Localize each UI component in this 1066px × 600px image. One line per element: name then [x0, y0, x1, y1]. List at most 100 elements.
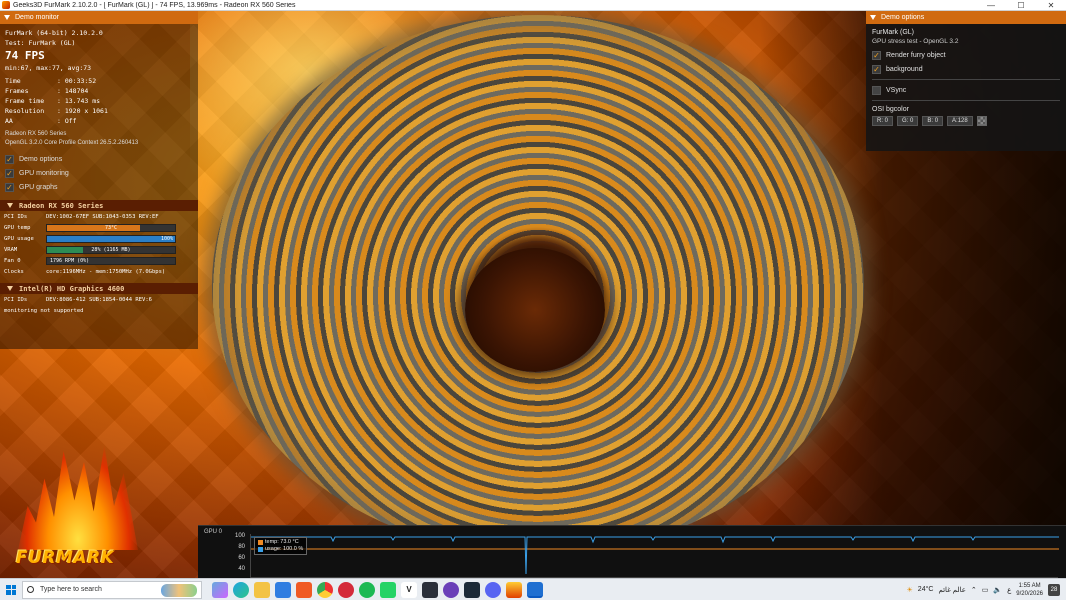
background-checkbox[interactable]: ✓ background: [866, 62, 1066, 76]
furmark-app-icon: [2, 1, 10, 9]
stat-aa: AA: Off: [5, 117, 77, 125]
fps-readout: 74 FPS: [5, 49, 45, 62]
checkmark-icon: ✓: [5, 154, 14, 164]
brave-icon[interactable]: [296, 581, 312, 598]
search-highlight-icon: [161, 583, 197, 597]
bgcolor-controls: R: 0 G: 0 B: 0 A:128: [866, 113, 1066, 126]
gpu-usage-bar: 100%: [46, 234, 176, 243]
furmark-icon[interactable]: [506, 581, 522, 598]
window-titlebar: Geeks3D FurMark 2.10.2.0 - [ FurMark (GL…: [0, 0, 1066, 11]
gpu1-clocks-row: Clocks core:1196MHz - mem:1750MHz (7.0Gbp…: [4, 268, 166, 275]
weather-temp[interactable]: 24°C: [918, 586, 934, 593]
app-dark-icon[interactable]: [422, 581, 438, 598]
minimize-button[interactable]: —: [976, 0, 1006, 11]
options-title: FurMark (GL): [872, 29, 914, 36]
collapse-triangle-icon: [870, 15, 876, 20]
stat-frame-time: Frame time: 13.743 ms: [5, 97, 101, 105]
edge-icon[interactable]: [233, 581, 249, 598]
gpu2-pci-row: PCI IDs DEV:8086-412 SUB:1854-0044 REV:6: [4, 296, 152, 303]
bgcolor-b-field[interactable]: B: 0: [922, 116, 944, 126]
gpu-temp-bar: 73°C: [46, 223, 176, 232]
stat-resolution: Resolution: 1920 x 1061: [5, 107, 108, 115]
graph-lines: [251, 536, 1059, 575]
collapse-triangle-icon: [7, 286, 13, 291]
taskbar-apps: V: [212, 581, 543, 598]
flames-icon: [18, 445, 138, 550]
y-tick: 40: [238, 566, 245, 572]
windows-logo-icon: [6, 584, 16, 595]
bgcolor-g-field[interactable]: G: 0: [897, 116, 919, 126]
close-button[interactable]: ✕: [1036, 0, 1066, 11]
weather-text[interactable]: عالم غائم: [938, 586, 965, 594]
maximize-button[interactable]: ☐: [1006, 0, 1036, 11]
color-swatch-icon[interactable]: [976, 116, 987, 126]
taskbar: Type here to search V ☀ 24°C عالم غائم ⌃…: [0, 578, 1066, 600]
fan-bar: 1796 RPM (0%): [46, 256, 176, 265]
graph-legend: temp: 73.0 °C usage: 100.0 %: [254, 537, 308, 555]
app-purple-icon[interactable]: [443, 581, 459, 598]
app-version: FurMark (64-bit) 2.10.2.0: [5, 29, 103, 37]
fps-stats: min:67, max:77, avg:73: [5, 64, 92, 72]
file-explorer-icon[interactable]: [254, 581, 270, 598]
collapse-triangle-icon: [4, 15, 10, 20]
demo-monitor-header[interactable]: Demo monitor: [0, 11, 198, 24]
gpu1-usage-row: GPU usage 100%: [0, 233, 198, 244]
demo-options-header[interactable]: Demo options: [866, 11, 1066, 24]
discord-icon[interactable]: [485, 581, 501, 598]
unchecked-box-icon: [872, 85, 881, 95]
checkmark-icon: ✓: [872, 64, 881, 74]
vsync-checkbox[interactable]: VSync: [866, 83, 1066, 97]
gpu-monitoring-checkbox[interactable]: ✓ GPU monitoring: [0, 166, 198, 180]
search-box[interactable]: Type here to search: [22, 580, 202, 599]
donut-hole: [465, 248, 605, 372]
legend-swatch: [258, 547, 263, 552]
gpu1-fan-row: Fan 0 1796 RPM (0%): [0, 255, 198, 266]
volume-icon[interactable]: 🔈: [993, 586, 1002, 594]
language-indicator[interactable]: ع: [1007, 586, 1011, 594]
furmark-logo: FURMARK: [0, 430, 150, 578]
legend-temp: temp: 73.0 °C: [258, 539, 303, 546]
copilot-icon[interactable]: [212, 581, 228, 598]
y-tick: 60: [238, 555, 245, 561]
bgcolor-label: OSI bgcolor: [872, 106, 909, 113]
y-tick: 100: [235, 533, 246, 539]
demo-options-panel: Demo options FurMark (GL) GPU stress tes…: [866, 11, 1066, 151]
usage-line: [251, 536, 1059, 575]
logo-wordmark: FURMARK: [16, 548, 115, 568]
render-furry-object-checkbox[interactable]: ✓ Render furry object: [866, 48, 1066, 62]
store-icon[interactable]: [275, 581, 291, 598]
app-terminal-icon[interactable]: [464, 581, 480, 598]
window-title: Geeks3D FurMark 2.10.2.0 - [ FurMark (GL…: [13, 1, 296, 9]
demo-monitor-panel: Demo monitor FurMark (64-bit) 2.10.2.0 T…: [0, 11, 198, 349]
tray-chevron-icon[interactable]: ⌃: [971, 586, 977, 594]
checkmark-icon: ✓: [5, 168, 14, 178]
checkmark-icon: ✓: [872, 50, 881, 60]
notification-center-button[interactable]: 28: [1048, 583, 1060, 596]
weather-icon: ☀: [906, 586, 913, 594]
gpu-graphs-checkbox[interactable]: ✓ GPU graphs: [0, 180, 198, 194]
stat-time: Time: 00:33:52: [5, 77, 97, 85]
vk-icon[interactable]: V: [401, 581, 417, 598]
demo-options-checkbox[interactable]: ✓ Demo options: [0, 152, 198, 166]
clock[interactable]: 1:55 AM 9/20/2026: [1016, 582, 1043, 598]
app-red-icon[interactable]: [338, 581, 354, 598]
graph-plot-area: [250, 534, 1059, 578]
vram-bar: 28% (1165 MB): [46, 245, 176, 254]
gpu-name: Radeon RX 560 Series: [5, 131, 67, 137]
bgcolor-r-field[interactable]: R: 0: [872, 116, 894, 126]
system-tray: ☀ 24°C عالم غائم ⌃ ▭ 🔈 ع 1:55 AM 9/20/20…: [907, 582, 1066, 598]
whatsapp-icon[interactable]: [380, 581, 396, 598]
chrome-icon[interactable]: [317, 581, 333, 598]
spotify-icon[interactable]: [359, 581, 375, 598]
bgcolor-a-field[interactable]: A:128: [947, 116, 973, 126]
search-icon: [27, 586, 34, 593]
network-icon[interactable]: ▭: [982, 586, 989, 594]
gpu-graph: GPU 0 100 80 60 40 temp: 73.0 °C usage: …: [198, 525, 1066, 578]
stat-frames: Frames: 148704: [5, 87, 89, 95]
gpu1-pci-row: PCI IDs DEV:1002-67EF SUB:1043-0353 REV:E…: [4, 213, 159, 220]
gpu2-note: monitoring not supported: [4, 307, 84, 314]
gpu1-header[interactable]: Radeon RX 560 Series: [0, 200, 198, 211]
gpu2-header[interactable]: Intel(R) HD Graphics 4600: [0, 283, 198, 294]
app-window-icon[interactable]: [527, 581, 543, 598]
start-button[interactable]: [0, 579, 22, 600]
